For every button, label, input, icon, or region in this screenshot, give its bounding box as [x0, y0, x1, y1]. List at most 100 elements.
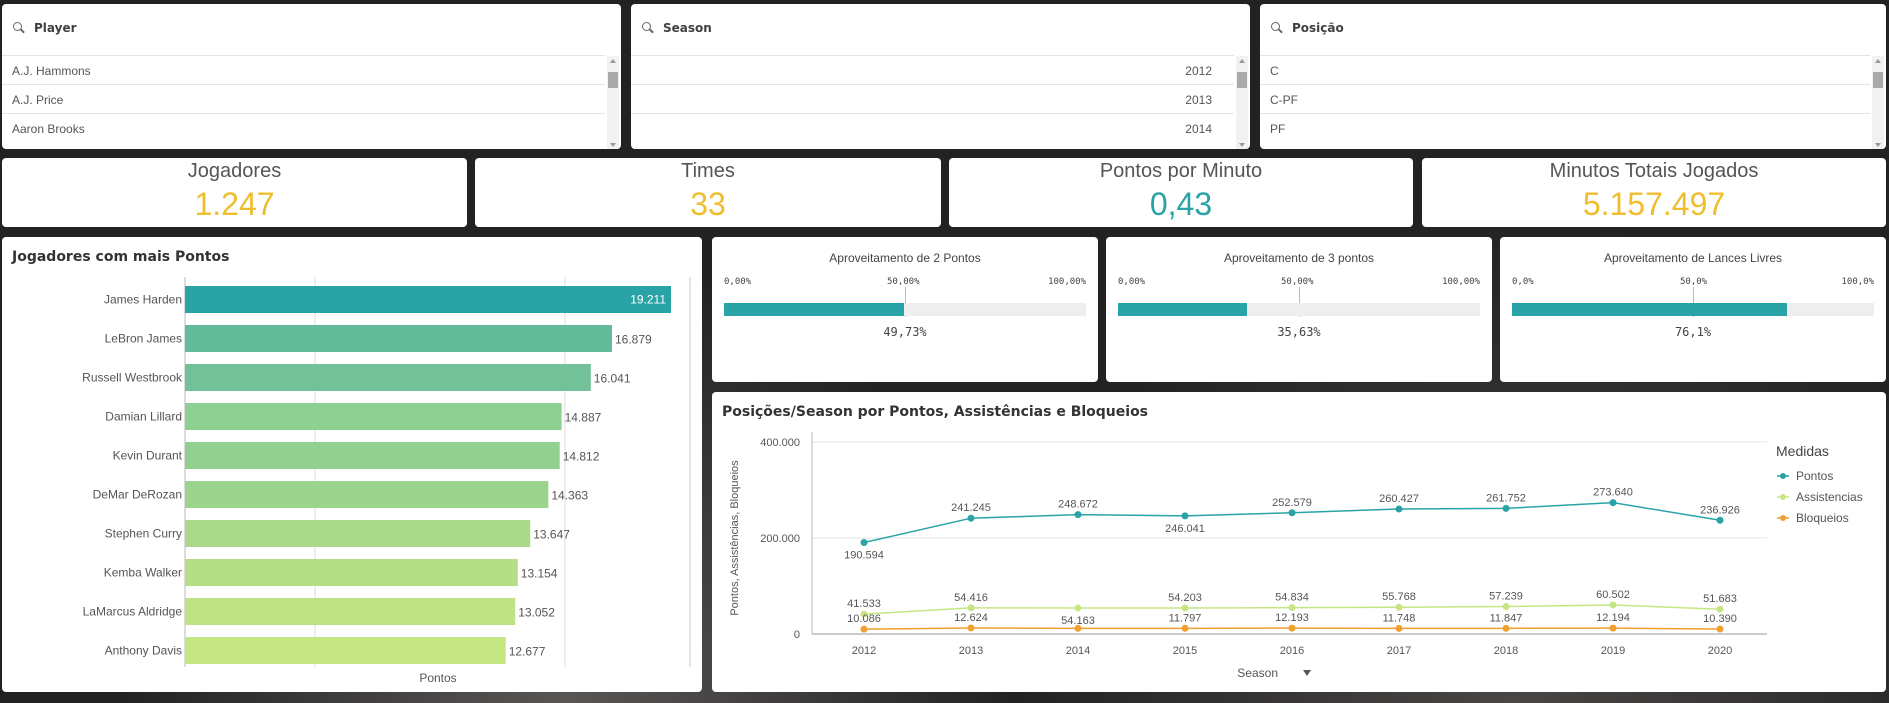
list-item[interactable]: PF: [1260, 113, 1870, 142]
filter-player[interactable]: Player A.J. Hammons A.J. Price Aaron Bro…: [2, 4, 621, 149]
scroll-down-icon[interactable]: [610, 143, 616, 147]
scroll-thumb[interactable]: [1237, 72, 1247, 88]
gauge-lances-livres: Aproveitamento de Lances Livres 0,0% 50,…: [1500, 237, 1886, 382]
data-label: 248.672: [1058, 499, 1098, 511]
filter-header[interactable]: Season: [641, 21, 712, 35]
scroll-thumb[interactable]: [1873, 72, 1883, 88]
legend-swatch-dot: [1780, 515, 1786, 521]
gauge-tick: 50,00%: [1281, 277, 1314, 287]
data-label: 16.879: [615, 333, 652, 347]
data-label: 11.847: [1490, 612, 1523, 624]
data-point: [1716, 516, 1724, 524]
bar: [185, 286, 671, 313]
filter-season[interactable]: Season 2012 2013 2014: [631, 4, 1250, 149]
data-point: [1181, 512, 1189, 520]
list-item[interactable]: C: [1260, 55, 1870, 84]
data-point: [1502, 603, 1510, 611]
data-label: 12.624: [954, 612, 988, 624]
scroll-up-icon[interactable]: [1875, 59, 1881, 63]
list-item[interactable]: Aaron Brooks: [2, 113, 605, 142]
data-point: [1502, 624, 1510, 632]
gauge-tick: 0,0%: [1512, 277, 1534, 287]
data-point: [1609, 601, 1617, 609]
gauge-track: [724, 303, 1086, 316]
list-item[interactable]: 2012: [631, 55, 1234, 84]
scroll-thumb[interactable]: [608, 72, 618, 88]
data-point: [1074, 604, 1082, 612]
data-label: 54.203: [1168, 592, 1202, 604]
kpi-value: 5.157.497: [1582, 186, 1726, 222]
bar: [185, 403, 562, 430]
kpi-label: Jogadores: [187, 160, 282, 182]
data-label: 260.427: [1379, 493, 1419, 505]
legend-label: Bloqueios: [1796, 511, 1849, 525]
category-label: Damian Lillard: [105, 410, 182, 424]
line-chart[interactable]: 0 200.000 400.000 Pontos, Assistências, Blo…: [712, 392, 1886, 692]
category-label: LaMarcus Aldridge: [83, 605, 183, 619]
kpi-label: Minutos Totais Jogados: [1549, 160, 1759, 182]
data-point: [1288, 624, 1296, 632]
kpi-value: 33: [690, 186, 726, 222]
bar: [185, 559, 518, 586]
gauge-track: [1512, 303, 1874, 316]
category-label: Stephen Curry: [105, 527, 182, 541]
data-point: [1716, 605, 1724, 613]
gauge-title: Aproveitamento de 3 pontos: [1223, 251, 1375, 265]
scroll-down-icon[interactable]: [1875, 143, 1881, 147]
x-tick-label: 2017: [1387, 645, 1411, 657]
data-label: 12.193: [1275, 612, 1309, 624]
data-label: 236.926: [1700, 504, 1740, 516]
scroll-down-icon[interactable]: [1239, 143, 1245, 147]
filter-header[interactable]: Player: [12, 21, 77, 35]
gauge-fill: [1118, 303, 1247, 316]
x-tick-label: 2014: [1066, 645, 1090, 657]
kpi-jogadores: Jogadores 1.247: [2, 158, 467, 227]
data-label: 14.812: [563, 450, 600, 464]
list-item[interactable]: A.J. Price: [2, 84, 605, 113]
list-item[interactable]: C-PF: [1260, 84, 1870, 113]
gauge-fill: [724, 303, 905, 316]
scrollbar[interactable]: [1236, 56, 1248, 149]
data-label: 12.677: [509, 645, 546, 659]
kpi-label: Times: [681, 160, 735, 182]
filter-posicao[interactable]: Posição C C-PF PF: [1260, 4, 1886, 149]
filter-header[interactable]: Posição: [1270, 21, 1344, 35]
data-point: [967, 624, 975, 632]
x-tick-label: 2013: [959, 645, 983, 657]
bar: [185, 325, 613, 352]
gauge-title: Aproveitamento de 2 Pontos: [829, 251, 981, 265]
gauge-value: 76,1%: [1674, 325, 1712, 339]
filter-title: Player: [34, 21, 77, 35]
data-label: 57.239: [1489, 591, 1523, 603]
data-point: [1395, 603, 1403, 611]
gauge-2pt: Aproveitamento de 2 Pontos 0,00% 50,00% …: [712, 237, 1098, 382]
x-axis-label: Season: [1237, 666, 1278, 680]
legend-label: Pontos: [1796, 469, 1833, 483]
bar-chart[interactable]: James Harden 19.211 LeBron James 16.879 Russ…: [2, 237, 702, 692]
kpi-pontos-por-minuto: Pontos por Minuto 0,43: [949, 158, 1413, 227]
gauge-tick: 100,00%: [1442, 277, 1480, 287]
bar: [185, 637, 506, 664]
data-label: 10.390: [1703, 613, 1737, 625]
list-item[interactable]: 2014: [631, 113, 1234, 142]
y-axis-label: Pontos, Assistências, Bloqueios: [729, 460, 741, 616]
scrollbar[interactable]: [1872, 56, 1884, 149]
data-label: 16.041: [594, 372, 631, 386]
gauge-fill: [1512, 303, 1788, 316]
line-chart-panel: Posições/Season por Pontos, Assistências…: [712, 392, 1886, 692]
list-item[interactable]: 2013: [631, 84, 1234, 113]
gauge-tick: 0,00%: [1118, 277, 1146, 287]
list-item[interactable]: A.J. Hammons: [2, 55, 605, 84]
data-point: [1181, 604, 1189, 612]
data-label: 12.194: [1596, 612, 1630, 624]
scroll-up-icon[interactable]: [1239, 59, 1245, 63]
gauge-tick: 50,00%: [887, 277, 920, 287]
bar: [185, 364, 591, 391]
scrollbar[interactable]: [607, 56, 619, 149]
data-point: [860, 539, 868, 547]
scroll-up-icon[interactable]: [610, 59, 616, 63]
gauge-3pt: Aproveitamento de 3 pontos 0,00% 50,00% …: [1106, 237, 1492, 382]
data-label: 19.211: [630, 293, 666, 307]
data-point: [967, 514, 975, 522]
search-icon: [641, 21, 655, 35]
